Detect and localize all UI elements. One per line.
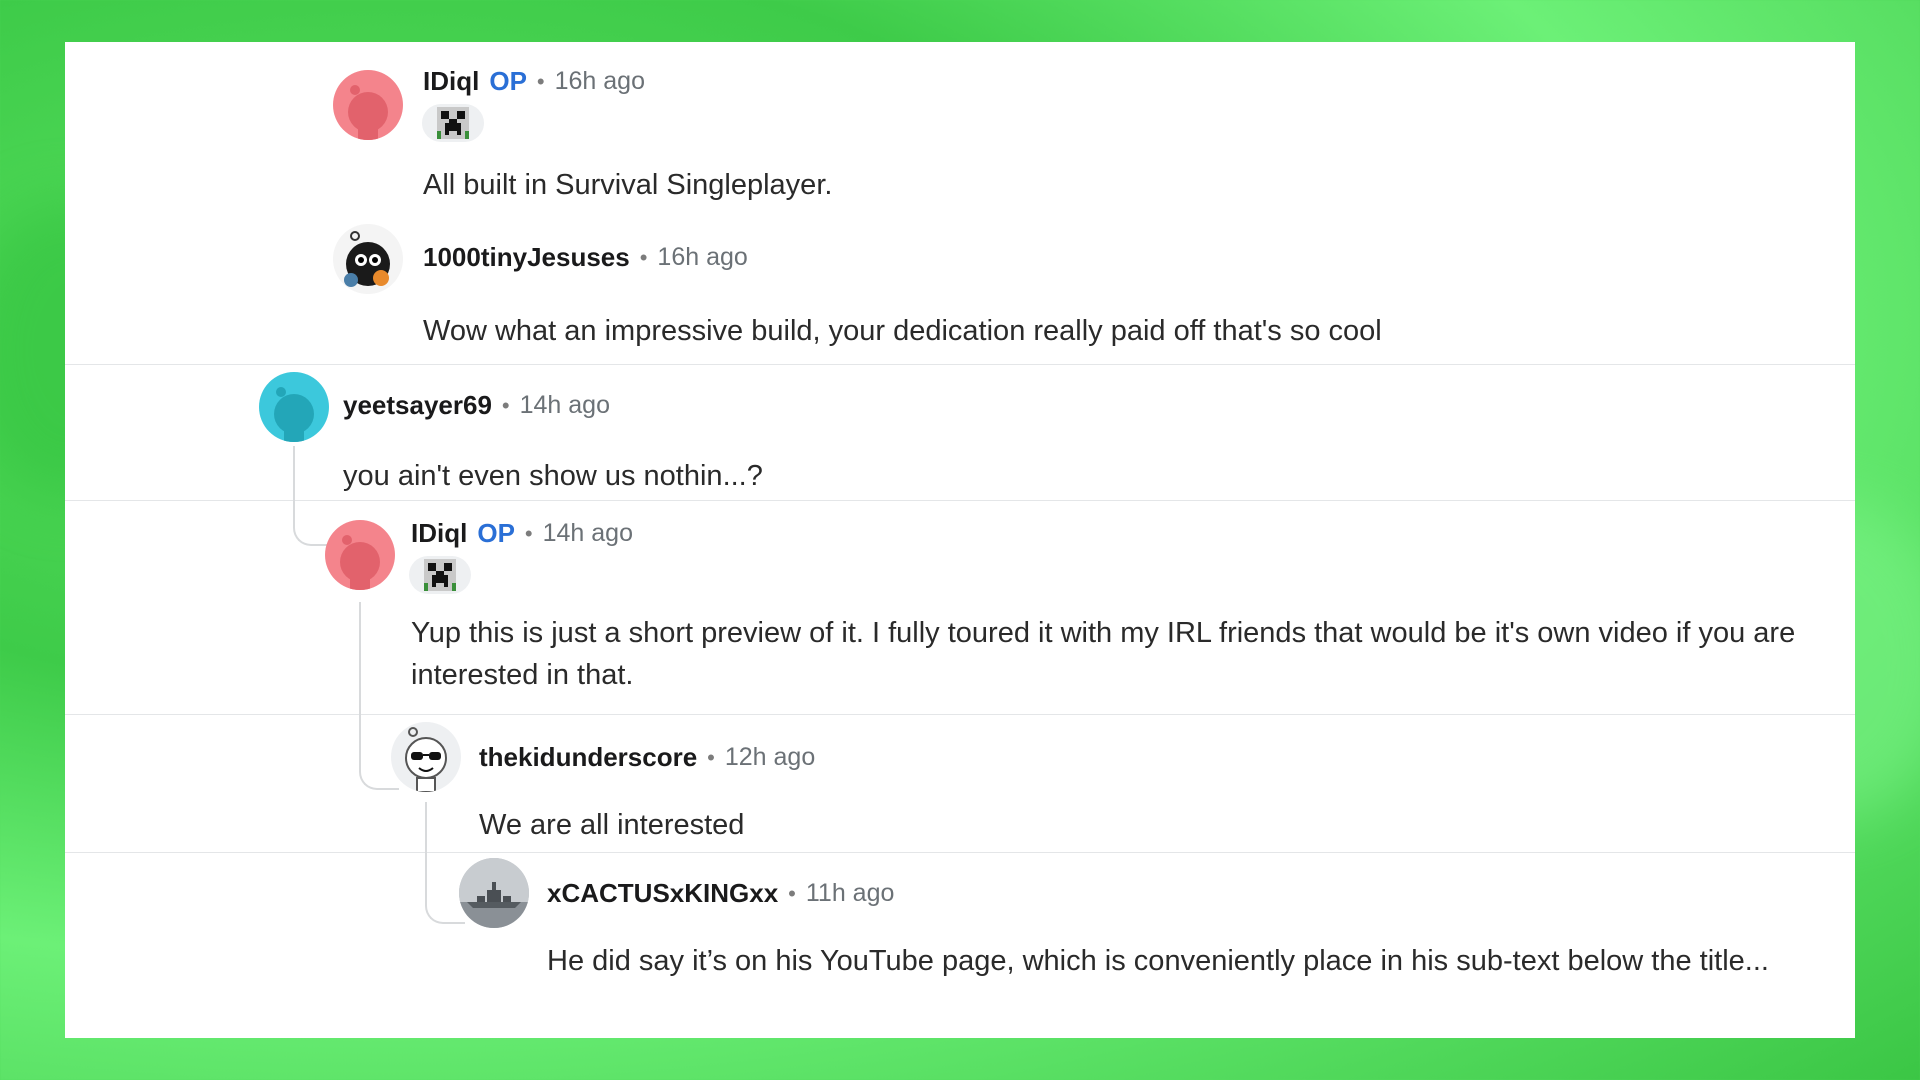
sunglasses-snoo-avatar-icon[interactable] bbox=[391, 722, 461, 792]
separator-dot: • bbox=[524, 520, 533, 546]
separator-dot: • bbox=[639, 244, 648, 270]
timestamp[interactable]: 14h ago bbox=[520, 391, 610, 420]
comment-divider bbox=[65, 852, 1855, 853]
snoo-avatar-icon[interactable] bbox=[333, 70, 403, 140]
separator-dot: • bbox=[707, 744, 715, 770]
timestamp[interactable]: 16h ago bbox=[555, 67, 645, 96]
author-name[interactable]: thekidunderscore bbox=[479, 742, 697, 773]
author-name[interactable]: yeetsayer69 bbox=[343, 390, 492, 421]
snoo-avatar-icon[interactable] bbox=[259, 372, 329, 442]
op-badge: OP bbox=[477, 518, 515, 548]
creeper-flair-icon bbox=[422, 104, 484, 142]
author-name[interactable]: 1000tinyJesuses bbox=[423, 242, 630, 273]
comment-meta: 1000tinyJesuses • 16h ago bbox=[423, 242, 748, 273]
separator-dot: • bbox=[536, 68, 545, 94]
comment-meta: xCACTUSxKINGxx • 11h ago bbox=[547, 878, 894, 909]
thread-connector[interactable] bbox=[293, 446, 335, 546]
comment-meta: IDiql OP • 14h ago bbox=[411, 518, 633, 549]
timestamp[interactable]: 12h ago bbox=[725, 743, 815, 772]
comment-meta: IDiql OP • 16h ago bbox=[423, 66, 645, 97]
comment-body: All built in Survival Singleplayer. bbox=[423, 169, 833, 201]
snoo-avatar-icon[interactable] bbox=[325, 520, 395, 590]
author-name[interactable]: xCACTUSxKINGxx bbox=[547, 878, 778, 909]
timestamp[interactable]: 14h ago bbox=[543, 519, 633, 548]
author-name[interactable]: IDiql bbox=[423, 66, 479, 97]
comment-body: Yup this is just a short preview of it. … bbox=[411, 617, 1796, 691]
comment-body: He did say it’s on his YouTube page, whi… bbox=[547, 945, 1769, 977]
comment-thread-card: IDiql OP • 16h ago All built in Survival… bbox=[65, 42, 1855, 1038]
timestamp[interactable]: 16h ago bbox=[657, 243, 747, 272]
comment-meta: thekidunderscore • 12h ago bbox=[479, 742, 815, 773]
comment-body: you ain't even show us nothin...? bbox=[343, 460, 763, 492]
thread-connector[interactable] bbox=[425, 802, 465, 924]
comment-meta: yeetsayer69 • 14h ago bbox=[343, 390, 610, 421]
creeper-flair-icon bbox=[409, 556, 471, 594]
op-badge: OP bbox=[489, 66, 527, 96]
custom-snoo-avatar-icon[interactable] bbox=[333, 224, 403, 294]
comment-body: We are all interested bbox=[479, 809, 745, 841]
separator-dot: • bbox=[788, 880, 796, 906]
battleship-photo-avatar-icon[interactable] bbox=[459, 858, 529, 928]
timestamp[interactable]: 11h ago bbox=[806, 879, 895, 908]
separator-dot: • bbox=[501, 392, 510, 418]
comment-divider bbox=[65, 714, 1855, 715]
comment-divider bbox=[65, 364, 1855, 365]
author-name[interactable]: IDiql bbox=[411, 518, 467, 549]
comment-body: Wow what an impressive build, your dedic… bbox=[423, 315, 1382, 347]
